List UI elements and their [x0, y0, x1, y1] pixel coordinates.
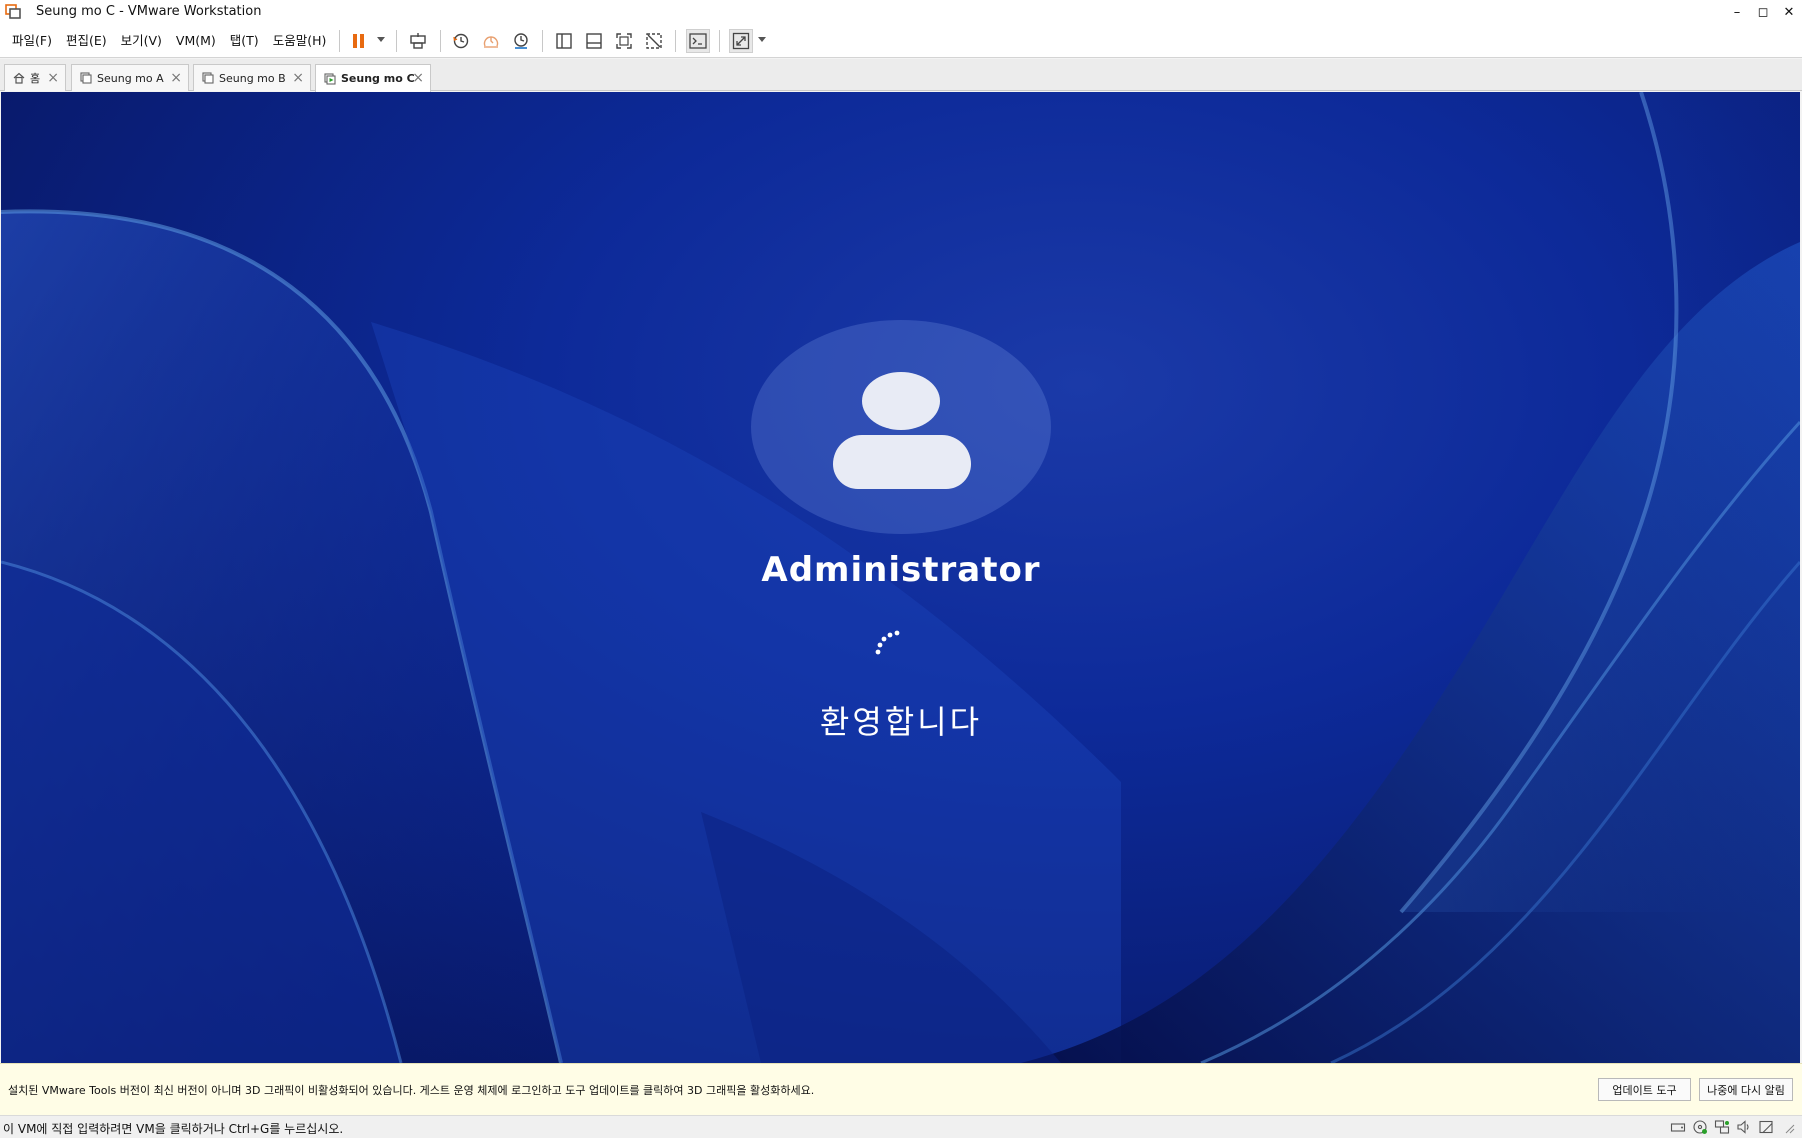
resize-grip-icon[interactable]: [1780, 1119, 1796, 1135]
user-avatar-head: [862, 372, 940, 430]
remind-later-button[interactable]: 나중에 다시 알림: [1699, 1078, 1793, 1101]
pause-button[interactable]: [347, 29, 371, 53]
update-tools-button[interactable]: 업데이트 도구: [1598, 1078, 1691, 1101]
tab-label: Seung mo C: [341, 72, 415, 85]
home-icon: [13, 72, 25, 84]
window-title: Seung mo C - VMware Workstation: [36, 4, 262, 19]
menu-tabs[interactable]: 탭(T): [224, 32, 265, 50]
stretch-guest-icon: [732, 32, 750, 50]
tab-label: 홈: [30, 72, 41, 85]
send-ctrl-alt-del-icon: [410, 33, 426, 49]
toolbar-separator: [440, 30, 441, 52]
close-tab-icon[interactable]: ×: [292, 70, 304, 86]
revert-snapshot-button[interactable]: [479, 29, 503, 53]
loading-spinner-icon: [875, 630, 900, 655]
console-icon: [689, 33, 707, 49]
toolbar-separator: [396, 30, 397, 52]
thumbnail-bar-icon: [586, 33, 602, 49]
thumbnail-bar-button[interactable]: [582, 29, 606, 53]
take-snapshot-button[interactable]: [449, 29, 473, 53]
toolbar-separator: [719, 30, 720, 52]
menu-file[interactable]: 파일(F): [6, 32, 58, 50]
snapshot-icon: [453, 33, 469, 49]
sound-card-icon[interactable]: [1736, 1119, 1752, 1135]
close-tab-icon[interactable]: ×: [412, 70, 424, 86]
notification-message: 설치된 VMware Tools 버전이 최신 버전이 아니며 3D 그래픽이 …: [8, 1084, 815, 1097]
close-tab-icon[interactable]: ×: [170, 70, 182, 86]
full-screen-icon: [616, 33, 632, 49]
menu-toolbar: 파일(F) 편집(E) 보기(V) VM(M) 탭(T) 도움말(H): [0, 24, 1802, 58]
show-library-button[interactable]: [552, 29, 576, 53]
login-username: Administrator: [761, 550, 1041, 590]
show-library-icon: [556, 33, 572, 49]
user-avatar-body: [833, 435, 971, 489]
cd-dvd-icon[interactable]: [1692, 1119, 1708, 1135]
tab-label: Seung mo A: [97, 71, 164, 85]
full-screen-button[interactable]: [612, 29, 636, 53]
pause-dropdown-caret[interactable]: [377, 37, 385, 42]
console-view-button[interactable]: [686, 29, 710, 53]
vmware-app-icon: [5, 4, 21, 19]
maximize-button[interactable]: ◻: [1750, 0, 1776, 24]
tab-seung-mo-b[interactable]: Seung mo B ×: [193, 64, 311, 91]
vm-icon: [80, 72, 92, 84]
device-icons: [1670, 1119, 1796, 1135]
tab-seung-mo-a[interactable]: Seung mo A ×: [71, 64, 189, 91]
vmware-window: Seung mo C - VMware Workstation – ◻ ✕ 파일…: [0, 0, 1802, 1138]
tab-bar: 홈 × Seung mo A × Seung mo B × Seung mo C…: [0, 59, 1802, 92]
vmware-tools-notification: 설치된 VMware Tools 버전이 최신 버전이 아니며 3D 그래픽이 …: [0, 1063, 1802, 1115]
snapshot-manager-icon: [514, 33, 528, 49]
unity-icon: [646, 33, 662, 49]
stretch-guest-button[interactable]: [729, 29, 753, 53]
status-bar: 이 VM에 직접 입력하려면 VM을 클릭하거나 Ctrl+G를 누르십시오.: [0, 1115, 1802, 1138]
tab-home[interactable]: 홈 ×: [4, 64, 66, 91]
pause-icon: [353, 34, 364, 48]
tab-label: Seung mo B: [219, 71, 286, 85]
menu-vm[interactable]: VM(M): [170, 32, 222, 50]
status-hint: 이 VM에 직접 입력하려면 VM을 클릭하거나 Ctrl+G를 누르십시오.: [3, 1122, 344, 1136]
send-ctrl-alt-del-button[interactable]: [406, 29, 430, 53]
network-adapter-icon[interactable]: [1714, 1119, 1730, 1135]
close-tab-icon[interactable]: ×: [47, 70, 59, 86]
stretch-dropdown-caret[interactable]: [758, 37, 766, 42]
tab-seung-mo-c[interactable]: Seung mo C ×: [315, 64, 431, 92]
vm-display[interactable]: Administrator 환영합니다: [1, 92, 1800, 1063]
message-log-icon[interactable]: [1758, 1119, 1774, 1135]
menu-edit[interactable]: 편집(E): [60, 32, 113, 50]
menu-bar: 파일(F) 편집(E) 보기(V) VM(M) 탭(T) 도움말(H): [6, 32, 332, 50]
running-vm-icon: [324, 72, 336, 85]
title-bar: Seung mo C - VMware Workstation – ◻ ✕: [0, 0, 1802, 24]
toolbar-separator: [675, 30, 676, 52]
toolbar-separator: [339, 30, 340, 52]
hard-disk-icon[interactable]: [1670, 1119, 1686, 1135]
welcome-text: 환영합니다: [819, 703, 983, 741]
revert-snapshot-icon: [483, 36, 499, 48]
close-window-button[interactable]: ✕: [1776, 0, 1802, 24]
menu-view[interactable]: 보기(V): [115, 32, 168, 50]
vm-icon: [202, 72, 214, 84]
toolbar-separator: [542, 30, 543, 52]
window-controls: – ◻ ✕: [1724, 0, 1802, 24]
unity-button[interactable]: [642, 29, 666, 53]
snapshot-manager-button[interactable]: [509, 29, 533, 53]
menu-help[interactable]: 도움말(H): [267, 32, 333, 50]
minimize-button[interactable]: –: [1724, 0, 1750, 24]
